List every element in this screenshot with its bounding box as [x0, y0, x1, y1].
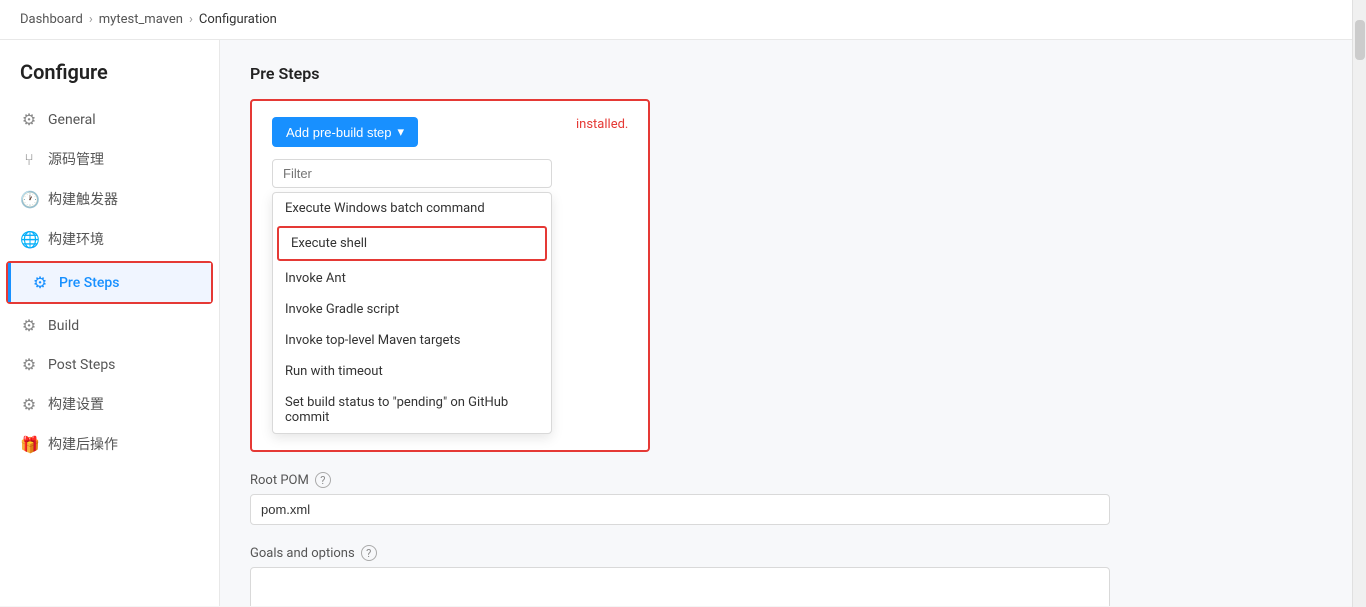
dropdown-item-invoke-maven[interactable]: Invoke top-level Maven targets — [273, 325, 551, 356]
gear-settings-icon: ⚙ — [20, 395, 38, 414]
sidebar-title: Configure — [0, 60, 219, 100]
globe-icon: 🌐 — [20, 230, 38, 249]
sidebar-item-presteps[interactable]: ⚙ Pre Steps — [8, 263, 211, 302]
sidebar-label-trigger: 构建触发器 — [48, 189, 118, 209]
filter-input[interactable] — [272, 159, 552, 188]
goals-help-icon[interactable]: ? — [361, 545, 377, 561]
sidebar-item-build[interactable]: ⚙ Build — [0, 306, 219, 345]
dropdown-menu: Execute Windows batch command Execute sh… — [272, 192, 552, 434]
goals-row: Goals and options ? — [250, 545, 1150, 606]
gear-presteps-icon: ⚙ — [31, 273, 49, 292]
breadcrumb-project[interactable]: mytest_maven — [99, 12, 183, 27]
sidebar-item-env[interactable]: 🌐 构建环境 — [0, 219, 219, 259]
root-pom-input[interactable] — [250, 494, 1110, 525]
clock-icon: 🕐 — [20, 190, 38, 209]
sidebar-label-general: General — [48, 112, 96, 128]
sidebar-item-trigger[interactable]: 🕐 构建触发器 — [0, 179, 219, 219]
sidebar-label-build: Build — [48, 318, 79, 334]
dropdown-item-invoke-ant[interactable]: Invoke Ant — [273, 263, 551, 294]
sidebar: Configure ⚙ General ⑂ 源码管理 🕐 构建触发器 🌐 构建环… — [0, 40, 220, 606]
main-content: Pre Steps Add pre-build step ▾ Execute W… — [220, 40, 1366, 606]
sidebar-label-source: 源码管理 — [48, 149, 104, 169]
breadcrumb-sep-1: › — [89, 12, 93, 27]
gear-build-icon: ⚙ — [20, 316, 38, 335]
sidebar-item-buildsettings[interactable]: ⚙ 构建设置 — [0, 384, 219, 424]
root-pom-label: Root POM ? — [250, 472, 1150, 488]
sidebar-label-postbuild: 构建后操作 — [48, 434, 118, 454]
dropdown-item-win-batch[interactable]: Execute Windows batch command — [273, 193, 551, 224]
chevron-down-icon: ▾ — [398, 124, 405, 140]
goals-textarea[interactable] — [250, 567, 1110, 606]
root-pom-help-icon[interactable]: ? — [315, 472, 331, 488]
sidebar-label-presteps: Pre Steps — [59, 275, 119, 291]
dropdown-item-run-timeout[interactable]: Run with timeout — [273, 356, 551, 387]
sidebar-item-postbuild[interactable]: 🎁 构建后操作 — [0, 424, 219, 464]
breadcrumb-current: Configuration — [199, 12, 277, 27]
breadcrumb-dashboard[interactable]: Dashboard — [20, 12, 83, 27]
info-message: installed. — [576, 117, 628, 132]
breadcrumb-sep-2: › — [189, 12, 193, 27]
sidebar-item-general[interactable]: ⚙ General — [0, 100, 219, 139]
sidebar-item-poststeps[interactable]: ⚙ Post Steps — [0, 345, 219, 384]
sidebar-item-source[interactable]: ⑂ 源码管理 — [0, 139, 219, 179]
dropdown-item-exec-shell[interactable]: Execute shell — [279, 228, 545, 259]
section-title-presteps: Pre Steps — [250, 64, 1336, 83]
add-pre-build-label: Add pre-build step — [286, 125, 392, 140]
box-icon: 🎁 — [20, 435, 38, 454]
add-pre-build-button[interactable]: Add pre-build step ▾ — [272, 117, 418, 147]
dropdown-item-set-status[interactable]: Set build status to "pending" on GitHub … — [273, 387, 551, 433]
scroll-thumb — [1355, 40, 1365, 60]
scrollbar[interactable] — [1352, 40, 1366, 606]
fork-icon: ⑂ — [20, 150, 38, 169]
sidebar-label-buildsettings: 构建设置 — [48, 394, 104, 414]
dropdown-item-invoke-gradle[interactable]: Invoke Gradle script — [273, 294, 551, 325]
gear-post-icon: ⚙ — [20, 355, 38, 374]
gear-icon: ⚙ — [20, 110, 38, 129]
root-pom-row: Root POM ? — [250, 472, 1150, 525]
goals-label: Goals and options ? — [250, 545, 1150, 561]
sidebar-label-env: 构建环境 — [48, 229, 104, 249]
sidebar-label-poststeps: Post Steps — [48, 357, 115, 373]
breadcrumb: Dashboard › mytest_maven › Configuration — [0, 0, 1366, 40]
